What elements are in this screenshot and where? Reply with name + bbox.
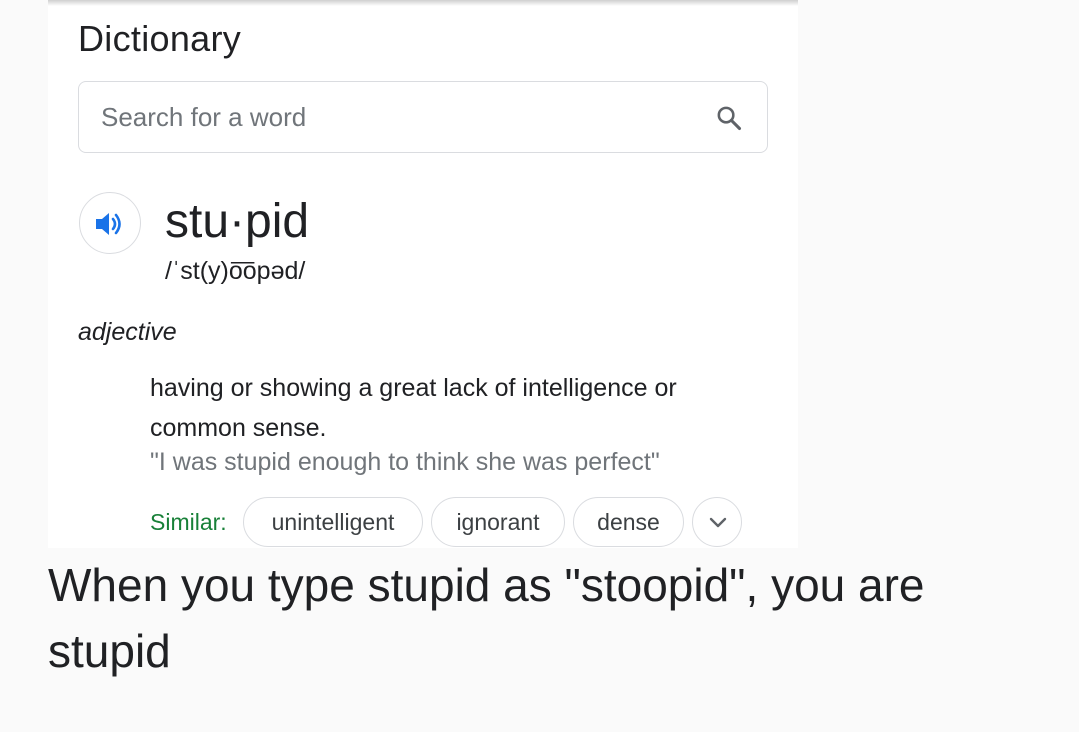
- phonetic-spelling: /ˈst(y)o͞opəd/: [165, 257, 306, 285]
- expand-similar-button[interactable]: [692, 497, 742, 547]
- chevron-down-icon: [709, 517, 727, 528]
- example-sentence: "I was stupid enough to think she was pe…: [150, 448, 660, 476]
- similar-chip-dense[interactable]: dense: [573, 497, 684, 547]
- definition-text: having or showing a great lack of intell…: [150, 374, 677, 442]
- search-box[interactable]: [78, 81, 768, 153]
- similar-chip-ignorant[interactable]: ignorant: [431, 497, 565, 547]
- card-top-shadow: [48, 0, 798, 6]
- similar-label: Similar:: [150, 509, 227, 535]
- pronunciation-audio-button[interactable]: [79, 192, 141, 254]
- search-icon[interactable]: [715, 104, 743, 132]
- dictionary-title: Dictionary: [78, 18, 242, 59]
- search-input[interactable]: [101, 82, 701, 152]
- speaker-icon: [96, 213, 121, 235]
- headword: stu·pid: [165, 195, 310, 248]
- similar-chip-unintelligent[interactable]: unintelligent: [243, 497, 423, 547]
- page: Dictionary stu·pid /ˈst(y)o͞opəd/ adject…: [0, 0, 1079, 732]
- part-of-speech: adjective: [78, 318, 177, 346]
- meme-caption: When you type stupid as "stoopid", you a…: [48, 559, 925, 677]
